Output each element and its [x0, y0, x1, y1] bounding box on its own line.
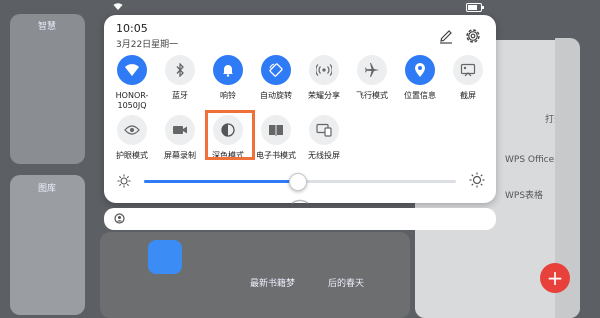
record-icon [165, 115, 195, 145]
share-icon [309, 55, 339, 85]
bluetooth-icon [165, 55, 195, 85]
wifi-icon [117, 55, 147, 85]
recent-app-label: 最新书籍梦 [250, 279, 296, 289]
location-icon [405, 55, 435, 85]
brightness-high-icon [469, 172, 485, 188]
battery-icon [466, 3, 484, 12]
clock-time: 10:05 [116, 22, 148, 35]
add-button[interactable]: + [540, 263, 570, 293]
collapse-handle[interactable] [290, 198, 310, 204]
screenshot-icon [453, 55, 483, 85]
tile-screenshot[interactable]: 截屏 [440, 55, 496, 101]
notification-bar[interactable] [104, 208, 496, 230]
recent-app-card[interactable]: 智慧 [10, 14, 85, 164]
rotate-icon [261, 55, 291, 85]
tile-label: 截屏 [460, 91, 476, 100]
cast-icon [309, 115, 339, 145]
wifi-status-icon [113, 3, 123, 11]
tile-wireless-projection[interactable]: 无线投屏 [296, 115, 352, 161]
brightness-handle[interactable] [289, 173, 307, 191]
app-icon[interactable] [148, 240, 182, 274]
recent-app-label: 图库 [38, 184, 57, 194]
highlight-box [205, 110, 255, 160]
recent-app-label: 智慧 [38, 22, 57, 32]
recent-app-card[interactable]: 图库 [10, 175, 85, 315]
brightness-fill [144, 180, 297, 183]
brightness-low-icon [117, 174, 131, 188]
recent-app-label: 后的春天 [328, 279, 365, 289]
recent-app-label: WPS表格 [505, 191, 544, 201]
notification-icon [114, 213, 125, 224]
edit-icon[interactable] [438, 28, 454, 44]
gear-icon[interactable] [464, 27, 482, 45]
bell-icon [213, 55, 243, 85]
airplane-icon [357, 55, 387, 85]
tile-label: 无线投屏 [308, 151, 340, 160]
eye-icon [117, 115, 147, 145]
quick-settings-panel: 10:05 3月22日星期一 HONOR- 1050JQ 蓝牙 响铃 自动旋转 [104, 15, 496, 204]
status-bar [0, 0, 600, 14]
ebook-icon [261, 115, 291, 145]
clock-date: 3月22日星期一 [116, 40, 179, 50]
recent-app-card[interactable]: 最新书籍梦 后的春天 [100, 232, 410, 318]
recent-app-label: WPS Office [505, 155, 555, 165]
